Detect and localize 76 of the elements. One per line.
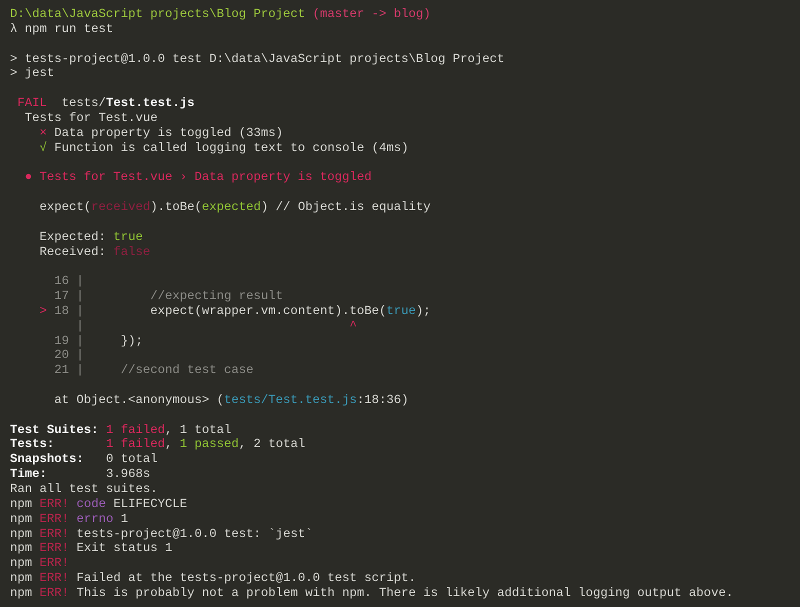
terminal-text: 1 failed <box>106 437 165 452</box>
terminal-text: ERR! <box>40 571 70 586</box>
terminal-text: > <box>40 304 47 319</box>
terminal-text: 18 | <box>53 304 84 319</box>
terminal-text: at Object.<anonymous> ( <box>54 392 224 408</box>
terminal-text: Failed at the tests-project@1.0.0 test script. <box>75 571 416 586</box>
terminal-text: Function is called logging text to console (4ms) <box>53 140 408 156</box>
terminal-text: D:\data\JavaScript projects\Blog Project <box>10 7 306 22</box>
terminal-text: ERR! <box>40 556 70 572</box>
terminal-text: ERR! <box>40 496 70 512</box>
terminal-text: npm <box>10 496 34 512</box>
terminal-text: false <box>113 244 150 260</box>
terminal-text: received <box>91 200 150 215</box>
terminal-text: Exit status 1 <box>75 541 172 556</box>
terminal-text: 1 passed <box>180 437 239 452</box>
terminal-text: ); <box>416 304 431 319</box>
terminal-text: | <box>75 318 84 334</box>
terminal-text: npm <box>10 512 34 527</box>
terminal-text: ) // Object.is equality <box>260 200 431 215</box>
terminal-text: λ npm run test <box>10 22 114 37</box>
terminal-text: errno <box>75 512 114 527</box>
terminal-text: 21 | <box>53 363 84 378</box>
terminal-text: true <box>113 230 143 244</box>
terminal-text: npm <box>10 571 34 586</box>
terminal-text: This is probably not a problem with npm. There is likely additional logging output above. <box>75 586 734 601</box>
terminal-text: npm <box>10 556 34 572</box>
terminal-text: expect(wrapper.vm.content).toBe( <box>149 304 386 319</box>
terminal-text: code <box>75 496 106 512</box>
terminal-text: ERR! <box>40 586 70 601</box>
terminal-text: × <box>40 126 47 141</box>
terminal-text: npm <box>10 586 34 601</box>
terminal-text: npm <box>10 541 34 556</box>
terminal-text: √ <box>40 140 47 156</box>
terminal-text: ELIFECYCLE <box>112 496 188 512</box>
terminal-text: FAIL <box>17 96 47 111</box>
terminal-text: 16 | <box>53 274 84 290</box>
terminal-text: 1 <box>120 512 128 527</box>
terminal-text: ).toBe( <box>150 200 202 215</box>
terminal-text: Snapshots: <box>10 452 85 468</box>
terminal-text: tests-project@1.0.0 test: `jest` <box>75 526 313 542</box>
terminal-text: > tests-project@1.0.0 test D:\data\JavaScript projects\Blog Project <box>10 52 504 66</box>
terminal-text: :18:36) <box>356 392 408 408</box>
terminal-text: 1 failed <box>106 422 165 438</box>
terminal-text: > jest <box>10 66 54 82</box>
terminal-text: , 1 total <box>164 422 232 438</box>
terminal-text: expect( <box>40 200 92 215</box>
terminal-text: Tests for Test.vue <box>24 110 158 126</box>
terminal-text: (master -> blog) <box>312 7 431 22</box>
terminal-text: Tests: <box>10 437 56 452</box>
terminal-text: ● Tests for Test.vue › Data property is toggled <box>24 170 372 186</box>
terminal-text: Data property is toggled (33ms) <box>53 126 284 141</box>
terminal-text: //expecting result <box>149 289 284 304</box>
terminal-text: npm <box>10 526 34 542</box>
terminal-text: Expected: <box>40 230 107 244</box>
terminal-text: Received: <box>40 244 107 260</box>
terminal-text: ERR! <box>40 512 70 527</box>
terminal-text: 19 | <box>53 334 84 348</box>
terminal-text: Ran all test suites. <box>10 482 158 497</box>
terminal-text: , 2 total <box>238 437 306 452</box>
terminal-text: tests/ <box>60 96 106 111</box>
terminal-text: ERR! <box>40 526 70 542</box>
terminal-text: 20 | <box>53 348 84 364</box>
terminal-text: true <box>386 304 416 319</box>
terminal-text: expected <box>202 200 261 215</box>
terminal-text: tests/Test.test.js <box>224 392 357 408</box>
terminal-text: //second test case <box>120 363 254 378</box>
terminal-text: }); <box>120 334 143 348</box>
terminal-text: ^ <box>348 318 357 334</box>
terminal-text: Time: <box>10 467 48 482</box>
terminal-text: 0 total <box>106 452 158 468</box>
terminal-text: 3.968s <box>106 467 150 482</box>
terminal-text: ERR! <box>40 541 70 556</box>
terminal-text: Test Suites: <box>10 422 100 438</box>
terminal-text: , <box>164 437 174 452</box>
terminal-text: Test.test.js <box>106 96 195 111</box>
terminal-text: 17 | <box>53 289 84 304</box>
